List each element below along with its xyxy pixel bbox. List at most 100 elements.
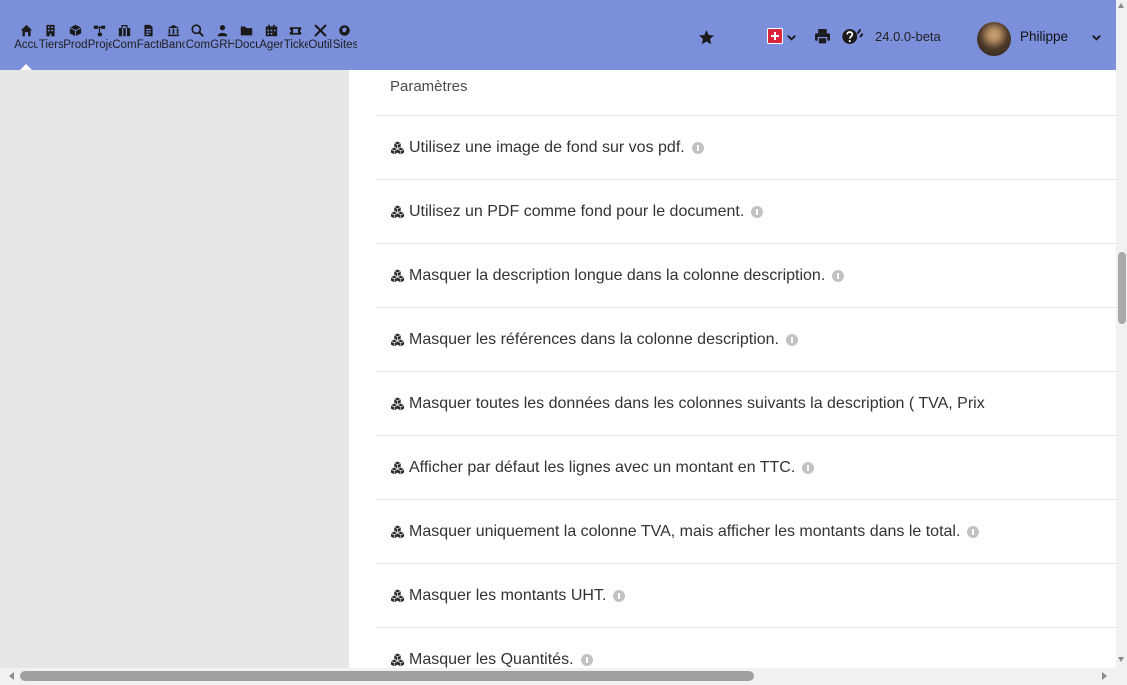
suitcase-icon (117, 23, 131, 37)
ticket-icon (289, 23, 303, 37)
info-icon[interactable] (751, 205, 764, 218)
scroll-up-arrow-icon[interactable] (1118, 3, 1124, 8)
menu-item-documents[interactable]: Docu (235, 0, 260, 70)
info-icon[interactable] (613, 589, 626, 602)
menu-label: GRH (210, 39, 235, 51)
menu-item-tiers[interactable]: Tiers (39, 0, 64, 70)
scroll-right-arrow-icon[interactable] (1102, 672, 1107, 680)
menu-label: Proje (87, 39, 112, 51)
version-label: 24.0.0-beta (875, 29, 941, 44)
menu-label: Docu (234, 39, 259, 51)
vertical-scrollbar[interactable] (1116, 0, 1127, 668)
setting-row[interactable]: Afficher par défaut les lignes avec un m… (376, 436, 1116, 500)
menu-item-grh[interactable]: GRH (210, 0, 235, 70)
setting-label: Utilisez un PDF comme fond pour le docum… (409, 202, 745, 220)
info-icon[interactable] (967, 525, 980, 538)
cubes-icon (390, 204, 405, 219)
info-icon[interactable] (785, 333, 798, 346)
building-icon (44, 23, 58, 37)
menu-label: Com (185, 39, 210, 51)
vertical-scroll-thumb[interactable] (1118, 252, 1126, 324)
menu-label: Prod (63, 39, 88, 51)
setting-row[interactable]: Masquer la description longue dans la co… (376, 244, 1116, 308)
setting-label: Afficher par défaut les lignes avec un m… (409, 458, 796, 476)
menu-item-tickets[interactable]: Ticke (284, 0, 309, 70)
avatar[interactable] (977, 22, 1011, 56)
cubes-icon (390, 652, 405, 667)
info-icon[interactable] (691, 141, 704, 154)
cubes-icon (390, 460, 405, 475)
setting-row[interactable]: Masquer les Quantités. (376, 628, 1116, 668)
settings-content: Paramètres Utilisez une image de fond su… (376, 70, 1116, 668)
menu-item-projets[interactable]: Proje (88, 0, 113, 70)
horizontal-scroll-thumb[interactable] (20, 671, 754, 681)
horizontal-scrollbar[interactable] (0, 668, 1127, 685)
user-menu-name[interactable]: Philippe (1020, 29, 1068, 44)
main-menu: Accu Tiers Prod Proje Com Factu Banc Co (14, 0, 357, 70)
menu-item-produits[interactable]: Prod (63, 0, 88, 70)
menu-label: Factu (136, 39, 161, 51)
setting-row[interactable]: Masquer toutes les données dans les colo… (376, 372, 1116, 436)
menu-label: Outil (308, 39, 333, 51)
print-icon[interactable] (813, 27, 831, 45)
cubes-icon (390, 396, 405, 411)
setting-label: Masquer la description longue dans la co… (409, 266, 826, 284)
cubes-icon (390, 332, 405, 347)
chevron-down-icon[interactable] (785, 31, 797, 43)
menu-item-outils[interactable]: Outil (308, 0, 333, 70)
menu-item-accueil[interactable]: Accu (14, 0, 39, 70)
tools-icon (313, 23, 327, 37)
menu-item-sites[interactable]: Sites (333, 0, 358, 70)
setting-label: Utilisez une image de fond sur vos pdf. (409, 138, 685, 156)
menu-label: Com (112, 39, 137, 51)
users-icon (215, 23, 229, 37)
setting-label: Masquer les montants UHT. (409, 586, 607, 604)
info-icon[interactable] (802, 461, 815, 474)
setting-label: Masquer les Quantités. (409, 650, 574, 668)
invoice-icon (142, 23, 156, 37)
menu-label: Ticke (283, 39, 308, 51)
chevron-down-icon[interactable] (1090, 31, 1102, 43)
setting-label: Masquer uniquement la colonne TVA, mais … (409, 522, 961, 540)
menu-label: Sites (332, 39, 357, 51)
section-title: Paramètres (376, 70, 1116, 116)
scroll-left-arrow-icon[interactable] (9, 672, 14, 680)
search-dollar-icon (191, 23, 205, 37)
info-icon[interactable] (580, 653, 593, 666)
sitemap-icon (93, 23, 107, 37)
menu-item-facturation[interactable]: Factu (137, 0, 162, 70)
menu-item-comptabilite[interactable]: Com (186, 0, 211, 70)
cubes-icon (390, 140, 405, 155)
cubes-icon (390, 524, 405, 539)
top-menu-bar: Accu Tiers Prod Proje Com Factu Banc Co (0, 0, 1116, 70)
setting-row[interactable]: Masquer uniquement la colonne TVA, mais … (376, 500, 1116, 564)
help-icon[interactable] (840, 27, 868, 45)
setting-row[interactable]: Masquer les références dans la colonne d… (376, 308, 1116, 372)
setting-label: Masquer toutes les données dans les colo… (409, 394, 985, 412)
star-icon[interactable] (697, 28, 715, 46)
menu-label: Banc (161, 39, 186, 51)
home-icon (19, 23, 33, 37)
country-flag-icon[interactable] (767, 28, 783, 44)
globe-icon (338, 23, 352, 37)
menu-label: Tiers (38, 39, 63, 51)
menu-item-agenda[interactable]: Ager (259, 0, 284, 70)
menu-label: Accu (14, 39, 39, 51)
settings-list: Utilisez une image de fond sur vos pdf. U… (376, 116, 1116, 668)
menu-item-commercial[interactable]: Com (112, 0, 137, 70)
left-side-panel (0, 70, 349, 668)
bank-icon (166, 23, 180, 37)
setting-row[interactable]: Masquer les montants UHT. (376, 564, 1116, 628)
calendar-icon (264, 23, 278, 37)
setting-row[interactable]: Utilisez un PDF comme fond pour le docum… (376, 180, 1116, 244)
info-icon[interactable] (832, 269, 845, 282)
menu-label: Ager (259, 39, 284, 51)
setting-row[interactable]: Utilisez une image de fond sur vos pdf. (376, 116, 1116, 180)
cubes-icon (390, 268, 405, 283)
folder-icon (240, 23, 254, 37)
cube-icon (68, 23, 82, 37)
cubes-icon (390, 588, 405, 603)
setting-label: Masquer les références dans la colonne d… (409, 330, 779, 348)
menu-item-banques[interactable]: Banc (161, 0, 186, 70)
scroll-down-arrow-icon[interactable] (1118, 657, 1124, 662)
